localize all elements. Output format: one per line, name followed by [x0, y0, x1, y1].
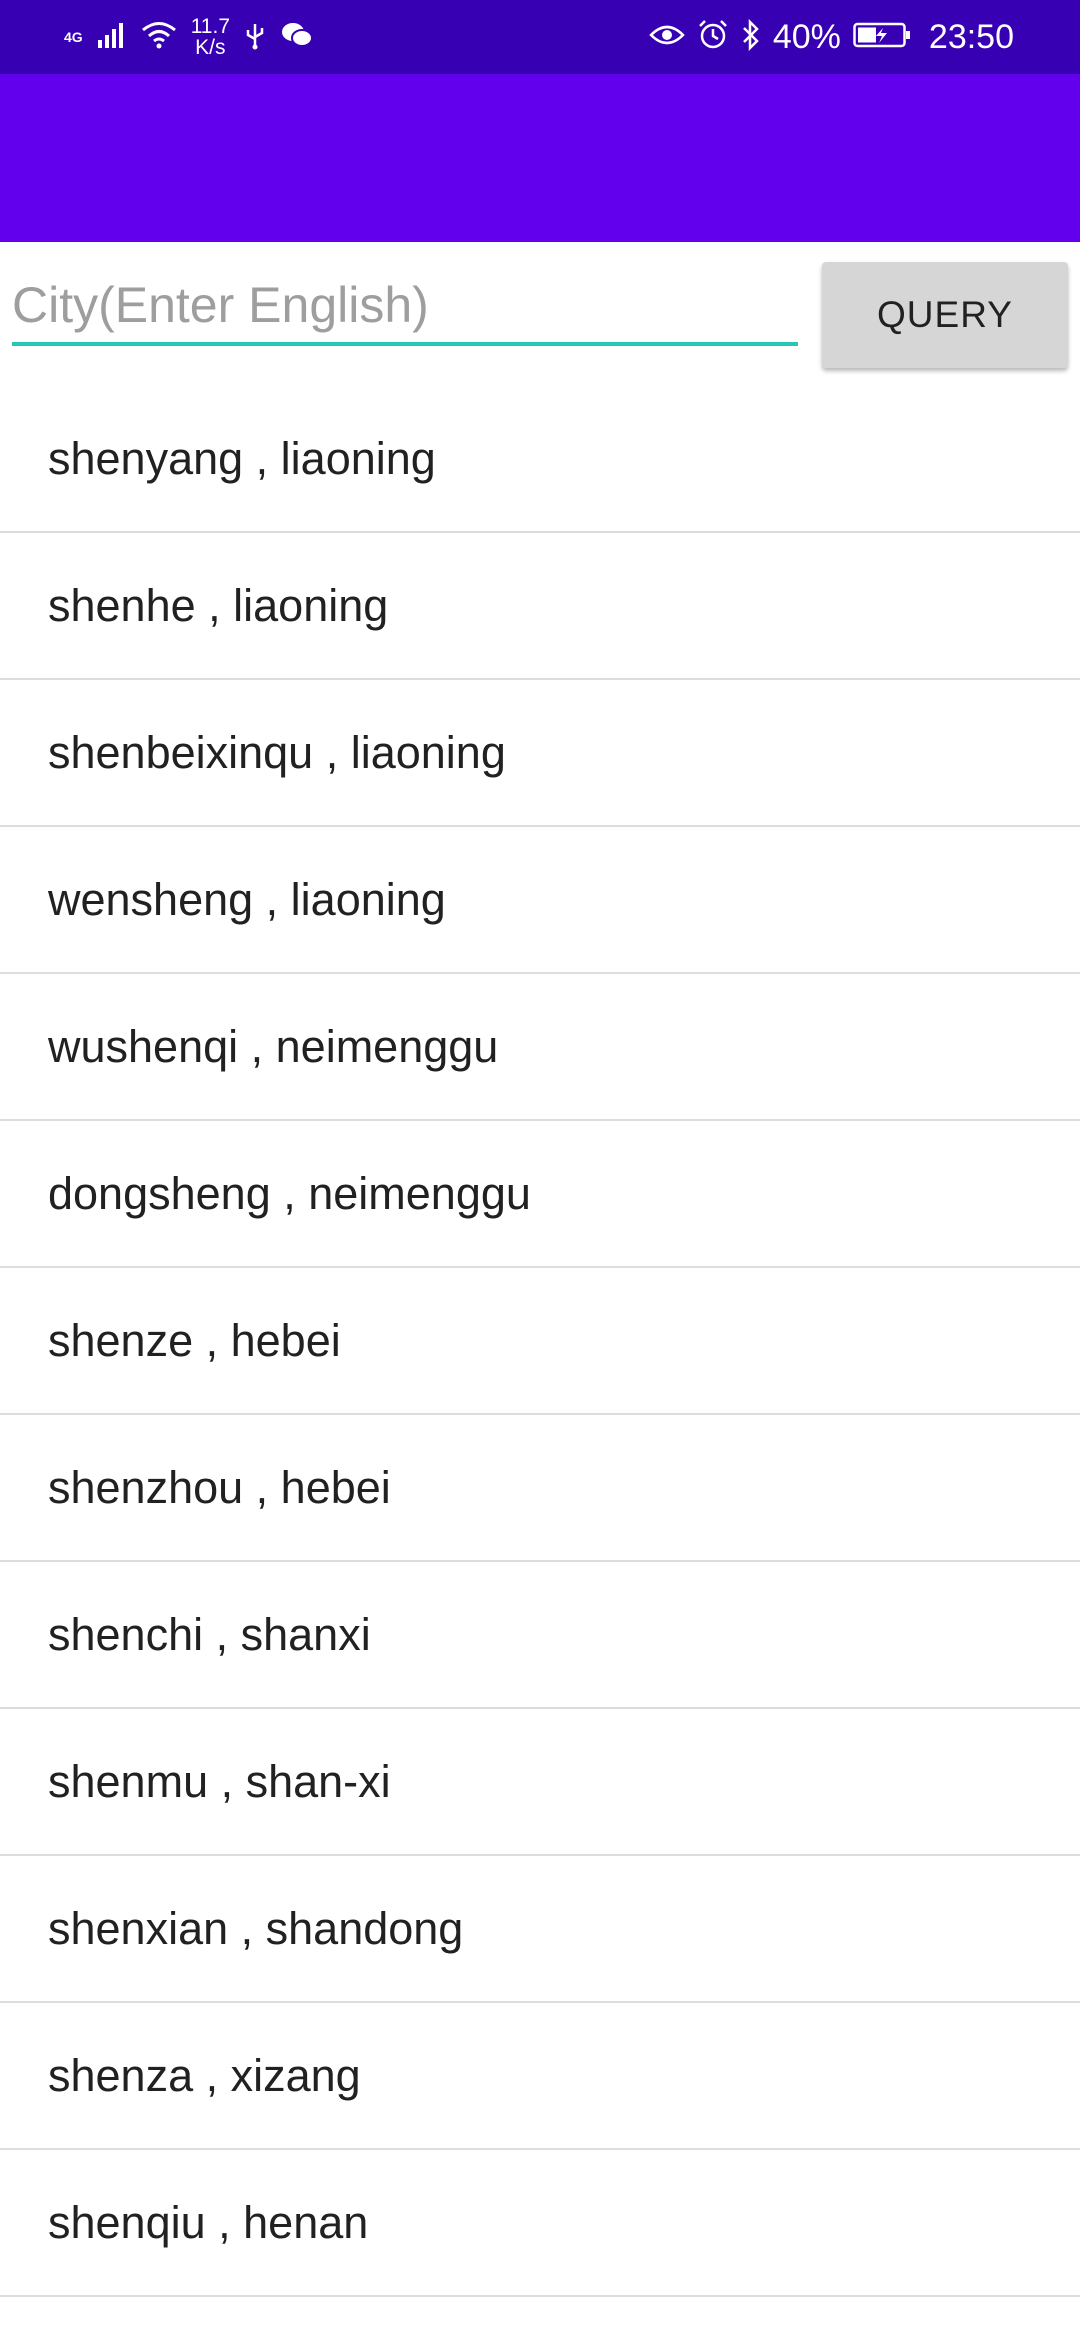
status-left: 4G 11.7 K/s [64, 12, 314, 62]
wifi-icon [141, 20, 177, 55]
list-item[interactable]: wensheng , liaoning [0, 827, 1080, 974]
results-list: shenyang , liaoning shenhe , liaoning sh… [0, 386, 1080, 2297]
usb-icon [244, 20, 266, 55]
eye-icon [649, 22, 685, 53]
status-bar: 4G 11.7 K/s 40% 23:50 [0, 0, 1080, 74]
list-item[interactable]: shenze , hebei [0, 1268, 1080, 1415]
clock: 23:50 [928, 17, 1014, 56]
bluetooth-icon [741, 18, 761, 56]
list-item[interactable]: shenzhou , hebei [0, 1415, 1080, 1562]
battery-charging-icon [853, 21, 911, 54]
app-bar [0, 74, 1080, 242]
list-item[interactable]: shenyang , liaoning [0, 386, 1080, 533]
list-item[interactable]: shenqiu , henan [0, 2150, 1080, 2297]
speed-unit: K/s [195, 36, 226, 59]
wechat-icon [280, 20, 314, 55]
battery-percent: 40% [772, 17, 841, 56]
list-item[interactable]: shenchi , shanxi [0, 1562, 1080, 1709]
list-item[interactable]: shenxian , shandong [0, 1856, 1080, 2003]
list-item[interactable]: shenhe , liaoning [0, 533, 1080, 680]
list-item[interactable]: shenmu , shan-xi [0, 1709, 1080, 1856]
search-row: QUERY [0, 242, 1080, 378]
alarm-icon [697, 19, 729, 56]
network-speed: 11.7 K/s [191, 16, 230, 58]
signal-icon [97, 20, 127, 55]
query-button[interactable]: QUERY [822, 262, 1068, 368]
status-right: 40% 23:50 [649, 12, 1014, 62]
speed-value: 11.7 [190, 15, 231, 38]
list-item[interactable]: shenbeixinqu , liaoning [0, 680, 1080, 827]
network-type: 4G [64, 29, 83, 45]
city-search-input[interactable] [12, 268, 798, 346]
list-item[interactable]: shenza , xizang [0, 2003, 1080, 2150]
list-item[interactable]: dongsheng , neimenggu [0, 1121, 1080, 1268]
list-item[interactable]: wushenqi , neimenggu [0, 974, 1080, 1121]
